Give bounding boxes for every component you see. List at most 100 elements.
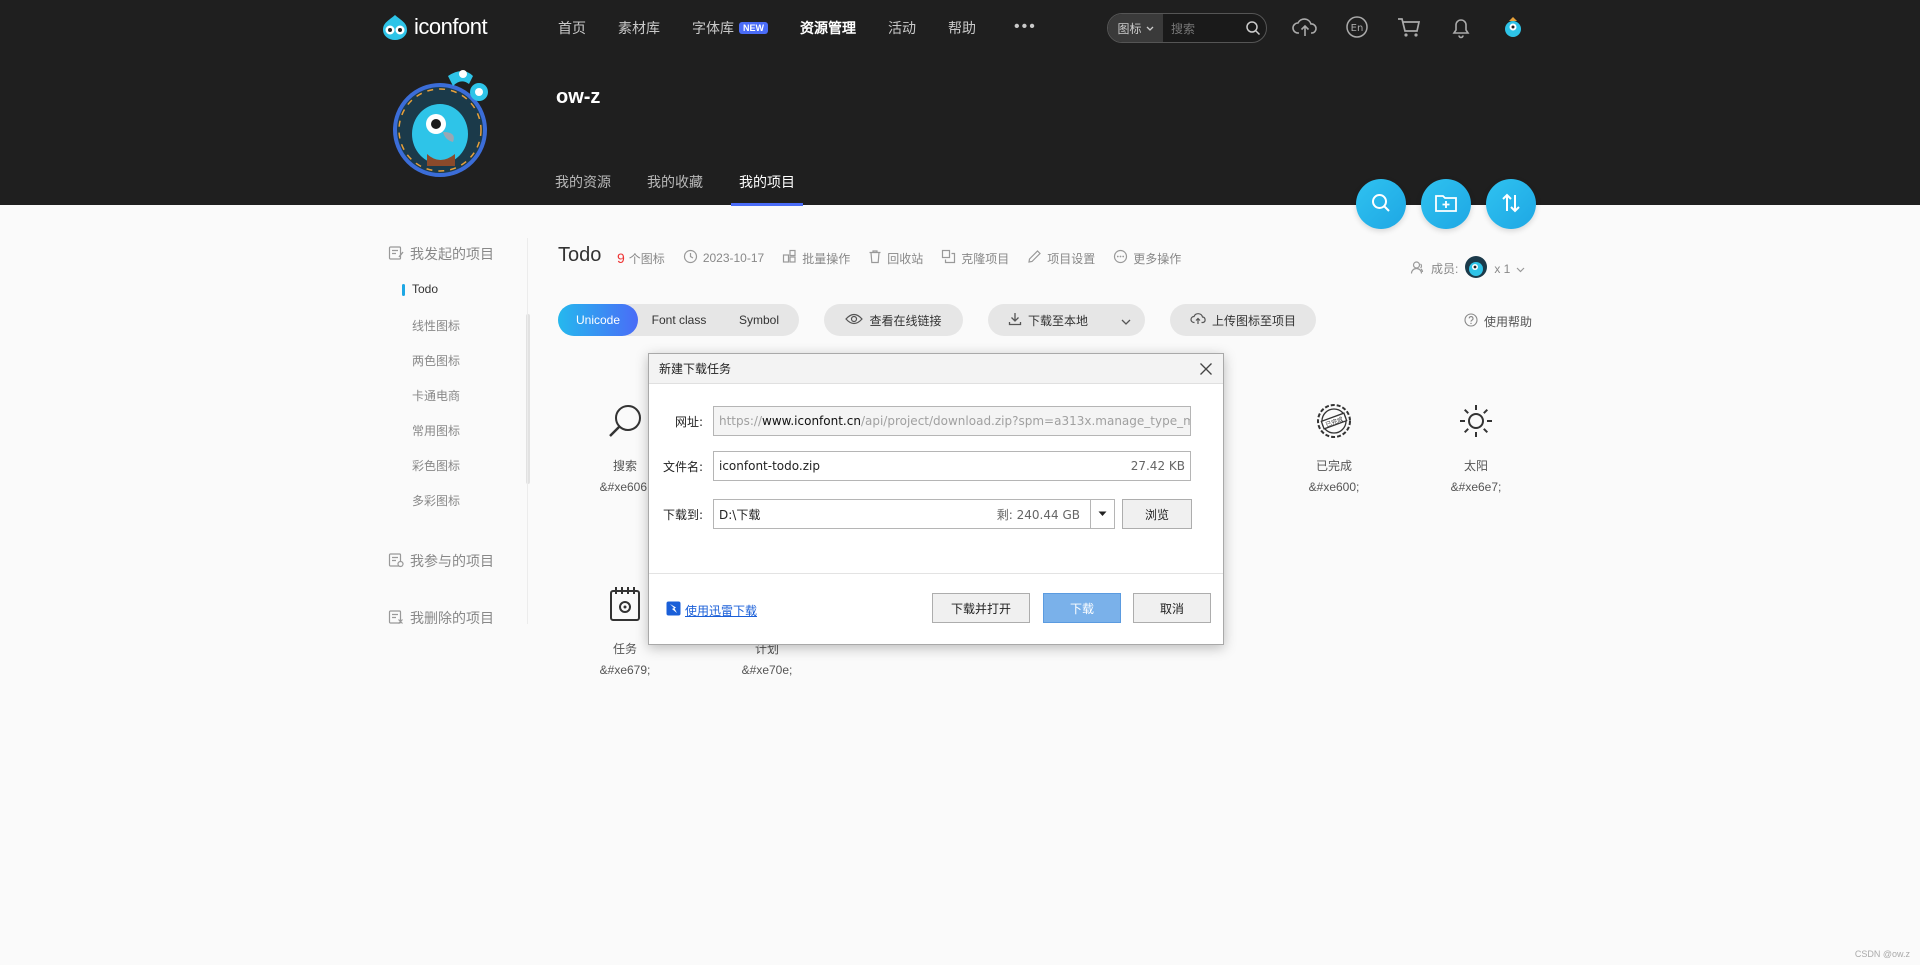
mode-unicode[interactable]: Unicode: [558, 304, 638, 336]
filename-field[interactable]: iconfont-todo.zip 27.42 KB: [713, 451, 1191, 481]
bell-icon[interactable]: [1448, 14, 1474, 40]
download-and-open-button[interactable]: 下载并打开: [932, 593, 1030, 623]
eye-icon: [845, 313, 864, 328]
nav-home[interactable]: 首页: [558, 18, 586, 38]
dialog-title: 新建下载任务: [649, 354, 1223, 384]
download-local-button[interactable]: 下载至本地: [988, 304, 1145, 336]
document-list-icon: [388, 552, 404, 571]
tab-my-projects[interactable]: 我的项目: [731, 172, 803, 206]
sidebar-divider: [527, 238, 528, 624]
chevron-down-icon: [1146, 21, 1154, 35]
tab-my-favorites[interactable]: 我的收藏: [647, 172, 703, 206]
icon-card[interactable]: 已完成 已完成 &#xe600;: [1274, 397, 1394, 497]
logo[interactable]: iconfont: [380, 13, 488, 41]
action-label: 克隆项目: [961, 251, 1010, 266]
search-scope-select[interactable]: 图标: [1108, 14, 1163, 42]
nav-materials[interactable]: 素材库: [618, 18, 660, 38]
icon-code: &#xe679;: [599, 663, 651, 677]
icon-code: &#xe6e7;: [1450, 480, 1502, 494]
cancel-button[interactable]: 取消: [1133, 593, 1211, 623]
deleted-projects-heading[interactable]: 我删除的项目: [388, 608, 528, 628]
member-avatar[interactable]: [1464, 255, 1488, 282]
url-field[interactable]: https://www.iconfont.cn/api/project/down…: [713, 406, 1191, 436]
upload-cloud-icon: [1190, 312, 1206, 328]
search-project-button[interactable]: [1356, 179, 1406, 229]
batch-operation-button[interactable]: 批量操作: [782, 249, 850, 267]
destination-field[interactable]: D:\下载 剩: 240.44 GB: [713, 499, 1115, 529]
nav-fonts[interactable]: 字体库 NEW: [692, 18, 768, 38]
project-title: Todo: [558, 244, 602, 266]
profile-tabs: 我的资源 我的收藏 我的项目: [555, 172, 803, 206]
search-box: 图标 搜索: [1107, 13, 1267, 43]
search-input[interactable]: 搜索: [1163, 20, 1240, 37]
icon-name: 已完成: [1315, 459, 1352, 473]
sidebar-item-two-color-icons[interactable]: 两色图标: [402, 352, 528, 387]
url-host: www.iconfont.cn: [762, 414, 861, 428]
project-sidebar: 我发起的项目 Todo 线性图标 两色图标 卡通电商 常用图标 彩色图标 多彩图…: [388, 244, 530, 628]
batch-grid-icon: [782, 249, 797, 267]
members[interactable]: 成员: x 1: [1410, 255, 1525, 282]
sidebar-item-todo[interactable]: Todo: [402, 282, 528, 317]
sidebar-item-cartoon-ecommerce[interactable]: 卡通电商: [402, 387, 528, 422]
clock-icon: [683, 249, 698, 267]
more-menu-button[interactable]: •••: [1014, 18, 1037, 36]
nav-activities[interactable]: 活动: [888, 18, 916, 38]
nav-help[interactable]: 帮助: [948, 18, 976, 38]
new-download-dialog: 新建下载任务 网址: https://www.iconfont.cn/api/p…: [648, 353, 1224, 645]
iconfont-logo-icon: [380, 13, 410, 41]
nav-resource-management[interactable]: 资源管理: [800, 18, 856, 38]
project-meta: 9 个图标 2023-10-17 批量操作 回收站 克隆项目 项目设置 更多操作: [617, 249, 1199, 267]
clone-project-button[interactable]: 克隆项目: [941, 249, 1009, 267]
project-date: 2023-10-17: [683, 249, 764, 267]
browse-button[interactable]: 浏览: [1122, 499, 1192, 529]
user-avatar[interactable]: [1500, 14, 1526, 40]
recycle-bin-button[interactable]: 回收站: [868, 249, 923, 267]
close-icon[interactable]: [1197, 360, 1215, 378]
watermark: CSDN @ow.z: [1854, 949, 1910, 959]
project-list: Todo 线性图标 两色图标 卡通电商 常用图标 彩色图标 多彩图标: [402, 282, 530, 527]
project-settings-button[interactable]: 项目设置: [1027, 249, 1095, 267]
sort-icon: [1500, 192, 1522, 217]
more-actions-button[interactable]: 更多操作: [1113, 249, 1181, 267]
tab-my-resources[interactable]: 我的资源: [555, 172, 611, 206]
sidebar-item-linear-icons[interactable]: 线性图标: [402, 317, 528, 352]
icon-count-unit: 个图标: [628, 251, 665, 266]
mode-symbol[interactable]: Symbol: [720, 304, 798, 336]
sort-button[interactable]: [1486, 179, 1536, 229]
top-navigation: iconfont 首页 素材库 字体库 NEW 资源管理 活动 帮助 ••• 图标…: [0, 0, 1920, 56]
joined-projects-heading[interactable]: 我参与的项目: [388, 551, 528, 571]
view-online-link-button[interactable]: 查看在线链接: [824, 304, 963, 336]
download-button[interactable]: 下载: [1043, 593, 1121, 623]
filename-row: 文件名: iconfont-todo.zip 27.42 KB: [649, 451, 1191, 481]
header: iconfont 首页 素材库 字体库 NEW 资源管理 活动 帮助 ••• 图标…: [0, 0, 1920, 206]
new-project-button[interactable]: [1421, 179, 1471, 229]
xunlei-label: 使用迅雷下载: [685, 603, 758, 618]
destination-dropdown[interactable]: [1090, 500, 1114, 528]
search-scope-label: 图标: [1117, 21, 1142, 36]
upload-cloud-icon[interactable]: [1292, 14, 1318, 40]
mode-font-class[interactable]: Font class: [638, 304, 720, 336]
upload-to-project-button[interactable]: 上传图标至项目: [1170, 304, 1316, 336]
pencil-icon: [1027, 249, 1042, 267]
nav-label: 资源管理: [800, 20, 856, 36]
button-label: 下载至本地: [1028, 313, 1089, 328]
language-en-icon[interactable]: En: [1344, 14, 1370, 40]
edit-list-icon: [388, 245, 404, 264]
use-xunlei-link[interactable]: 使用迅雷下载: [666, 601, 757, 619]
cart-icon[interactable]: [1396, 14, 1422, 40]
help-link[interactable]: 使用帮助: [1464, 313, 1532, 330]
xunlei-icon: [666, 601, 681, 619]
destination-label: 下载到:: [662, 507, 703, 522]
icon-code: &#xe70e;: [741, 663, 793, 677]
sidebar-item-multicolor-icons[interactable]: 多彩图标: [402, 492, 528, 527]
trash-icon: [868, 249, 882, 267]
search-icon[interactable]: [1240, 14, 1266, 42]
sidebar-item-common-icons[interactable]: 常用图标: [402, 422, 528, 457]
icon-card[interactable]: 太阳 &#xe6e7;: [1416, 397, 1536, 497]
project-date-text: 2023-10-17: [702, 251, 765, 265]
folder-add-icon: [1434, 192, 1458, 217]
started-projects-heading[interactable]: 我发起的项目: [388, 244, 528, 264]
profile-avatar[interactable]: [393, 62, 499, 182]
url-path: /api/project/download.zip?spm=a313x.mana…: [860, 414, 1191, 428]
sidebar-item-color-icons[interactable]: 彩色图标: [402, 457, 528, 492]
